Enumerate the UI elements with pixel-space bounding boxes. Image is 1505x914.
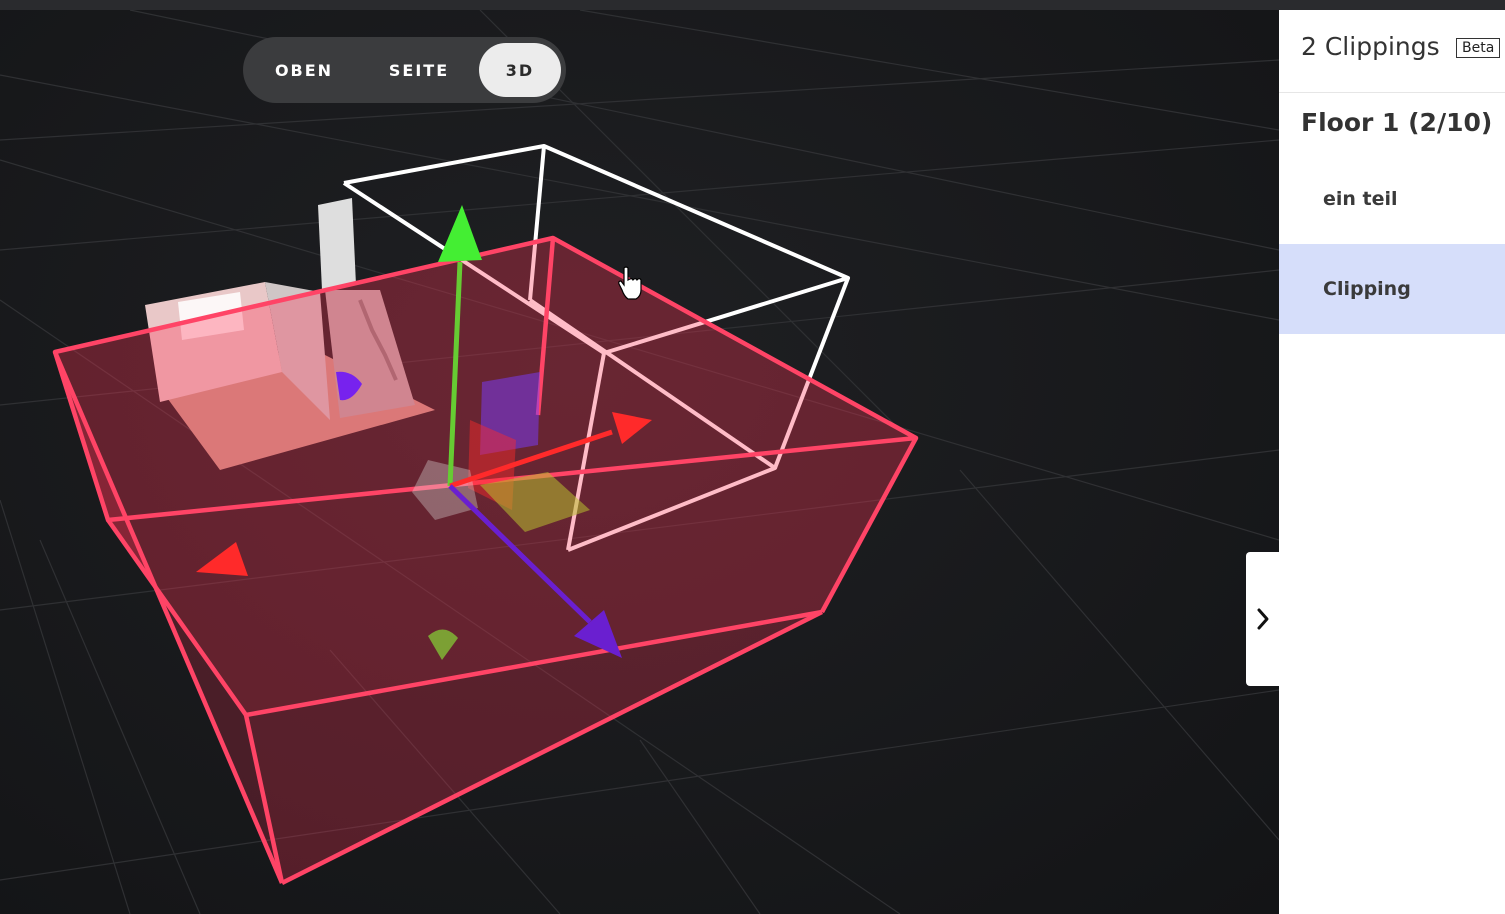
collapse-panel-button[interactable]: [1246, 552, 1279, 686]
3d-scene[interactable]: [0, 10, 1279, 914]
3d-viewport[interactable]: OBEN SEITE 3D: [0, 10, 1279, 914]
clipping-item-clipping[interactable]: Clipping: [1279, 244, 1505, 334]
beta-badge: Beta: [1456, 38, 1501, 58]
view-mode-toggle: OBEN SEITE 3D: [243, 37, 566, 103]
clipping-item-label: Clipping: [1323, 278, 1411, 300]
view-side-button[interactable]: SEITE: [361, 43, 477, 97]
clipping-item-ein-teil[interactable]: ein teil: [1279, 154, 1505, 244]
top-bar: [0, 0, 1505, 10]
chevron-right-icon: [1257, 608, 1268, 630]
floor-title: Floor 1 (2/10): [1301, 108, 1493, 137]
axis-y-arrow[interactable]: [438, 205, 482, 262]
clipping-box-selected[interactable]: [52, 235, 919, 886]
view-3d-button[interactable]: 3D: [479, 43, 561, 97]
view-top-button[interactable]: OBEN: [257, 43, 351, 97]
clippings-panel: 2 Clippings Beta Floor 1 (2/10) ein teil…: [1279, 10, 1505, 914]
panel-title: 2 Clippings: [1301, 32, 1440, 61]
clipping-item-label: ein teil: [1323, 188, 1398, 210]
panel-header: 2 Clippings Beta: [1279, 10, 1505, 93]
